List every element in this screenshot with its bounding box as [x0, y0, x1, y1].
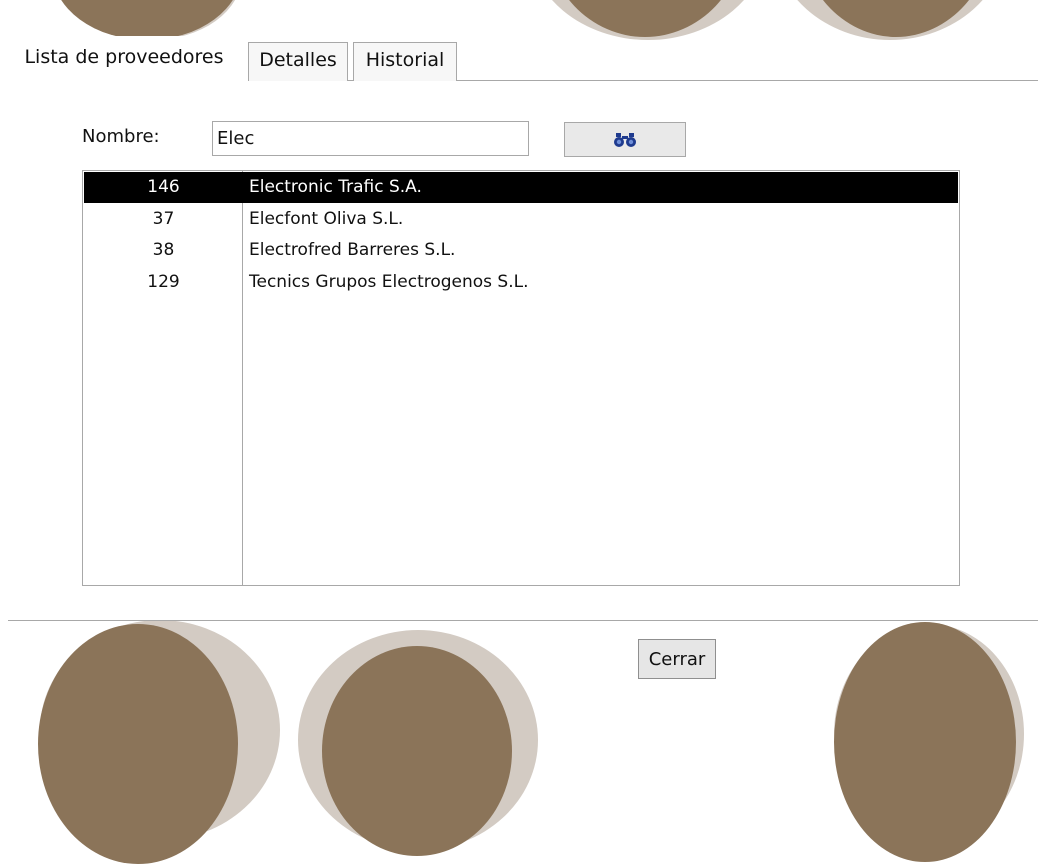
supplier-name: Electronic Trafic S.A. [249, 177, 422, 197]
supplier-name: Elecfont Oliva S.L. [249, 209, 404, 229]
name-label: Nombre: [82, 126, 160, 147]
decor-circle-bottom-mid [322, 646, 512, 856]
supplier-name: Electrofred Barreres S.L. [249, 240, 456, 260]
footer-divider [8, 620, 1038, 621]
supplier-id: 38 [152, 240, 175, 260]
decor-circle-bottom-right [834, 622, 1016, 862]
supplier-id: 129 [147, 272, 180, 292]
supplier-list[interactable]: 146 Electronic Trafic S.A. 37 Elecfont O… [82, 170, 960, 586]
tab-historial[interactable]: Historial [353, 42, 457, 81]
list-item[interactable]: 129 Tecnics Grupos Electrogenos S.L. [84, 267, 958, 298]
tab-strip: Lista de proveedores Detalles Historial [8, 36, 1038, 82]
list-item[interactable]: 37 Elecfont Oliva S.L. [84, 204, 958, 235]
list-item[interactable]: 146 Electronic Trafic S.A. [84, 172, 958, 203]
close-button[interactable]: Cerrar [638, 639, 716, 679]
tab-lista-proveedores[interactable]: Lista de proveedores [8, 36, 240, 81]
search-button[interactable] [564, 122, 686, 157]
name-search-input[interactable] [212, 121, 529, 156]
decor-circle-bottom-left [38, 624, 238, 864]
list-item[interactable]: 38 Electrofred Barreres S.L. [84, 235, 958, 266]
tab-detalles[interactable]: Detalles [248, 42, 348, 81]
supplier-id: 37 [152, 209, 175, 229]
supplier-id: 146 [147, 177, 180, 197]
supplier-name: Tecnics Grupos Electrogenos S.L. [249, 272, 529, 292]
binoculars-icon [614, 132, 636, 147]
